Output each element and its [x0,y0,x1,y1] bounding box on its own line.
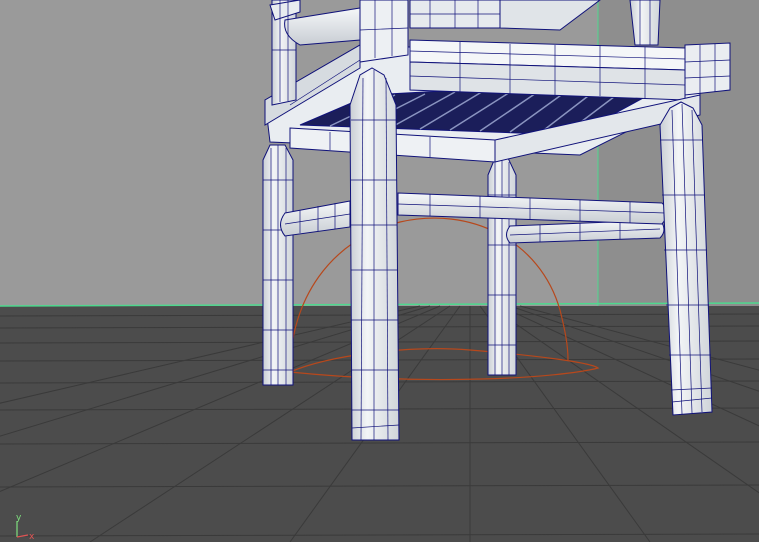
chair-leg-back-right[interactable] [487,157,517,376]
x-axis-label: x [29,532,35,542]
chair-leg-back-left[interactable] [262,144,294,386]
chair-leg-front-left[interactable] [349,67,400,441]
3d-viewport[interactable]: y x [0,0,759,542]
y-axis-label: y [16,513,22,523]
